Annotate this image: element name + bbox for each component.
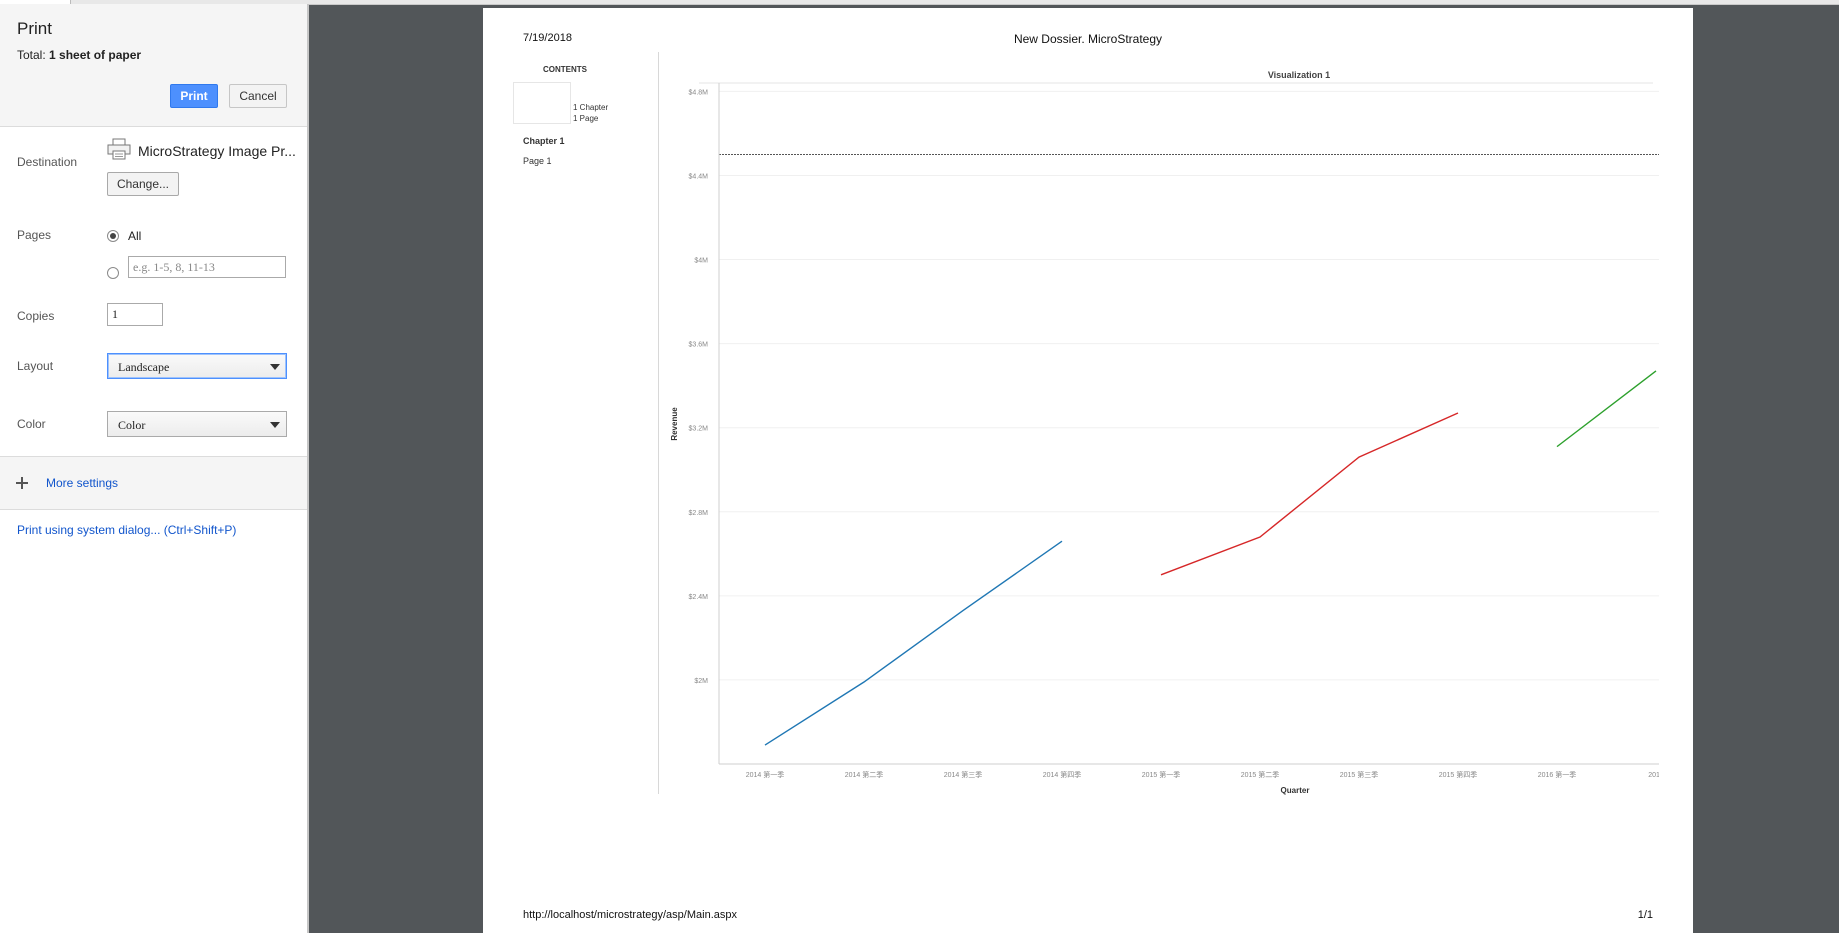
color-select-value: Color (118, 418, 146, 432)
y-tick-label: $2M (694, 678, 708, 685)
y-tick-label: $2.8M (689, 510, 709, 517)
toc-heading: CONTENTS (543, 65, 587, 74)
y-tick-label: $4M (694, 258, 708, 265)
y-tick-label: $3.2M (689, 426, 709, 433)
printer-icon (107, 138, 131, 160)
chevron-down-icon (270, 422, 280, 428)
print-preview-page: 7/19/2018 New Dossier. MicroStrategy CON… (483, 8, 1693, 933)
toc-page-count: 1 Page (573, 114, 599, 123)
toc-chapter-title: Chapter 1 (523, 136, 565, 146)
x-axis-label: Quarter (1281, 786, 1310, 795)
x-tick-label: 2015 第三季 (1340, 770, 1379, 779)
print-title: Print (17, 19, 52, 38)
x-tick-label: 2015 第二季 (1241, 770, 1280, 779)
pages-label: Pages (17, 228, 52, 242)
pages-custom-radio[interactable] (107, 267, 119, 279)
y-tick-label: $3.6M (689, 342, 709, 349)
x-axis: 2014 第一季 2014 第二季 2014 第三季 2014 第四季 2015 第一季… (719, 763, 1659, 779)
footer-url: http://localhost/microstrategy/asp/Main.… (523, 909, 737, 921)
change-destination-button[interactable]: Change... (107, 172, 179, 196)
y-tick-label: $4.4M (689, 173, 709, 180)
x-tick-label: 2014 第三季 (944, 770, 983, 779)
y-axis-label: Revenue (670, 407, 679, 441)
x-tick-label: 2015 第一季 (1142, 770, 1181, 779)
y-tick-label: $2.4M (689, 594, 709, 601)
chart-series (764, 370, 1657, 746)
destination-label: Destination (17, 155, 78, 169)
layout-select[interactable]: Landscape (107, 353, 287, 379)
x-tick-label: 2014 第二季 (845, 770, 884, 779)
x-tick-label: 2015 第四季 (1439, 770, 1478, 779)
chevron-down-icon (270, 364, 280, 370)
series-line (1160, 412, 1459, 576)
x-tick-label: 2016 (1648, 772, 1659, 779)
total-label: Total: (17, 48, 46, 62)
pages-all-label: All (128, 229, 142, 243)
toc-chapter-count: 1 Chapter (573, 103, 609, 112)
x-tick-label: 2014 第四季 (1043, 770, 1082, 779)
print-button[interactable]: Print (170, 84, 218, 108)
layout-label: Layout (17, 359, 54, 373)
x-tick-label: 2016 第一季 (1538, 770, 1577, 779)
total-sheets: Total: 1 sheet of paper (17, 48, 141, 62)
layout-select-value: Landscape (118, 360, 170, 374)
x-tick-label: 2014 第一季 (746, 770, 785, 779)
total-value: 1 sheet of paper (49, 48, 142, 62)
chart-title: Visualization 1 (1268, 70, 1330, 80)
plus-icon (16, 477, 28, 489)
toc-thumbnail (513, 82, 571, 124)
toc-page-title: Page 1 (523, 156, 552, 166)
copies-label: Copies (17, 309, 55, 323)
destination-printer-name: MicroStrategy Image Pr... (138, 143, 296, 159)
header-document-title: New Dossier. MicroStrategy (1013, 32, 1163, 46)
revenue-line-chart: Visualization 1 $2M$2.4M$2.8M$3.2M$3.6M$… (670, 70, 1659, 795)
y-axis: $2M $2.4M $2.8M $3.2M $3.6M $4M $4.4M $4.8M (689, 83, 720, 764)
series-line (764, 540, 1063, 746)
more-settings-row[interactable]: More settings (0, 456, 307, 510)
pages-all-radio[interactable] (107, 230, 119, 242)
y-tick-label: $4.8M (689, 89, 709, 96)
color-label: Color (17, 417, 46, 431)
footer-page-number: 1/1 (1637, 909, 1653, 921)
print-settings-sidebar: Print Total: 1 sheet of paper Print Canc… (0, 4, 309, 933)
system-dialog-link[interactable]: Print using system dialog... (Ctrl+Shift… (17, 523, 236, 537)
cancel-button[interactable]: Cancel (229, 84, 287, 108)
more-settings-link[interactable]: More settings (46, 476, 118, 490)
print-header: Print Total: 1 sheet of paper Print Canc… (0, 4, 307, 127)
series-line (1556, 370, 1657, 448)
color-select[interactable]: Color (107, 411, 287, 437)
chart-grid (719, 90, 1659, 681)
toc-counts: 1 Chapter 1 Page (573, 102, 608, 124)
copies-input[interactable] (107, 303, 163, 326)
pages-range-input[interactable] (128, 256, 286, 278)
